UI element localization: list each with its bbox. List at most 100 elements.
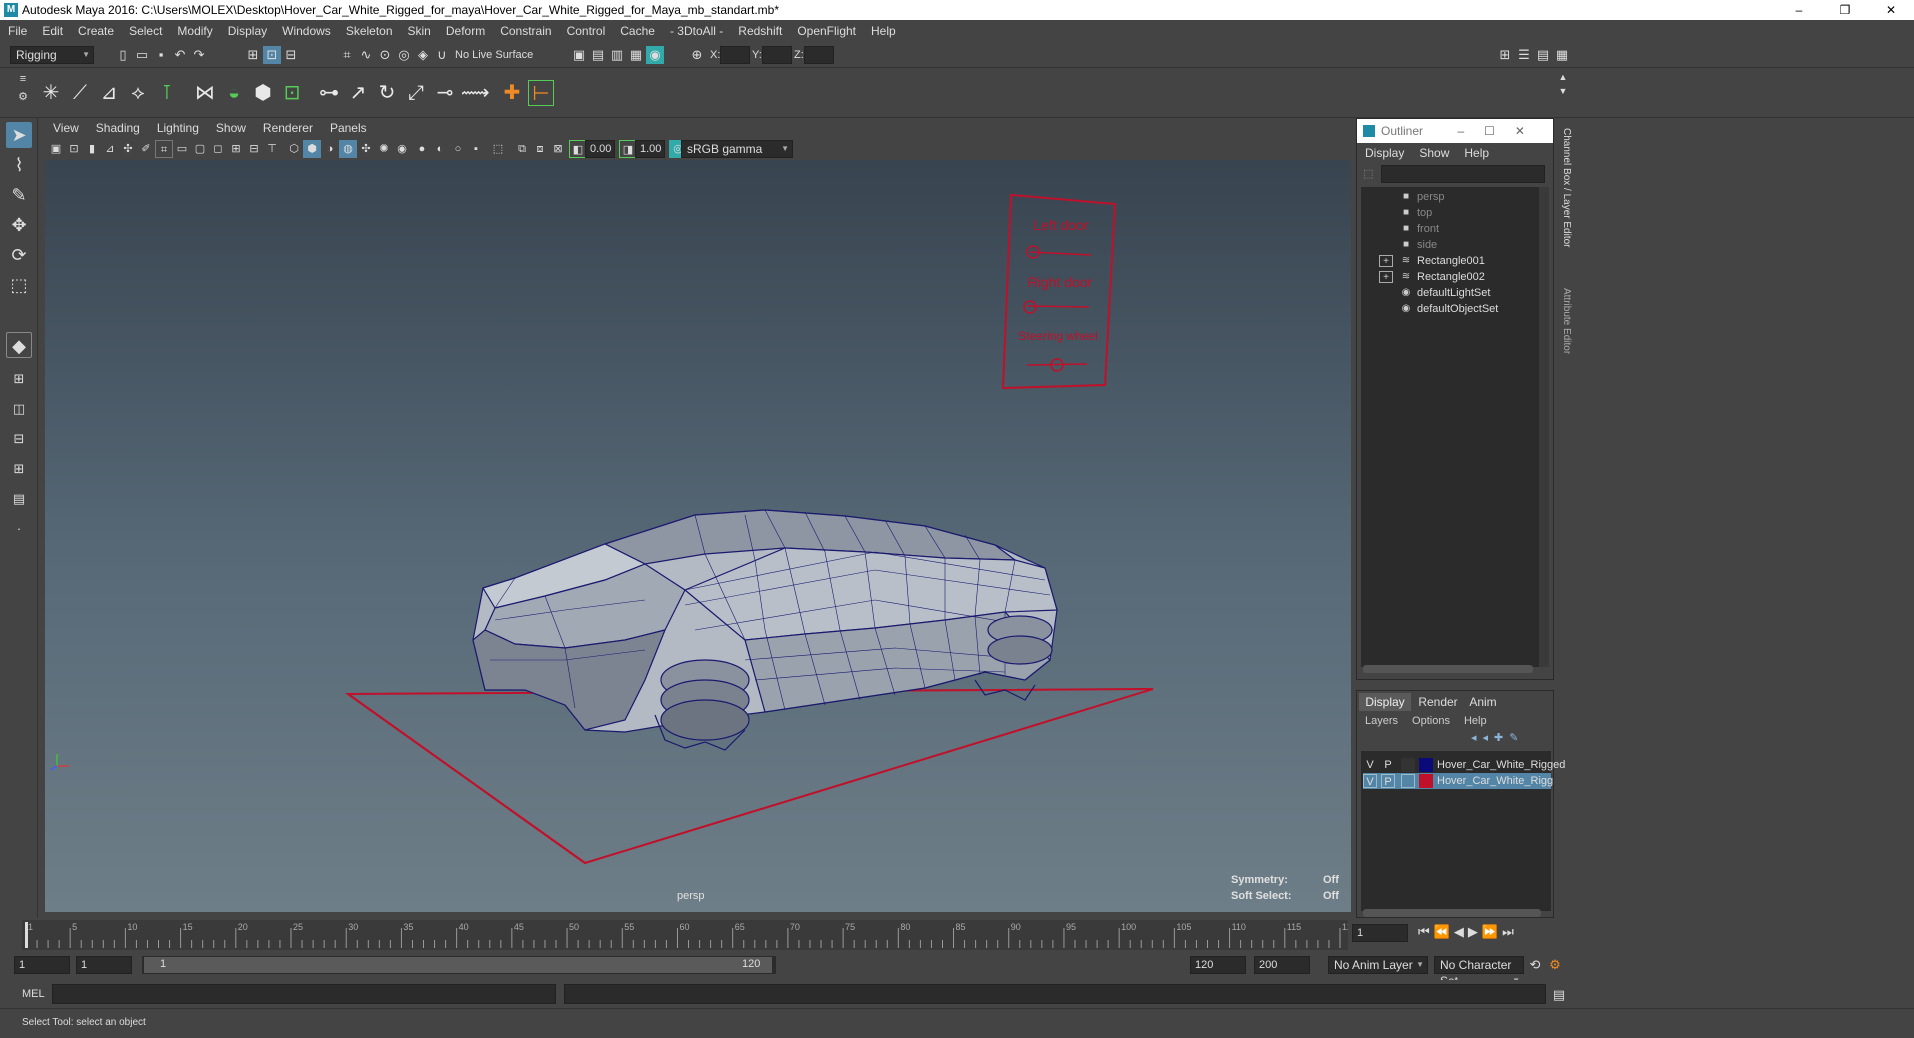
save-scene-icon[interactable]: ▪ [152, 46, 170, 64]
ik-handle-icon[interactable]: ⊿ [96, 80, 122, 106]
right-door-slider-handle[interactable] [1023, 300, 1037, 314]
lattice-icon[interactable]: ⬢ [250, 80, 276, 106]
render-sequence-icon[interactable]: ▤ [589, 46, 607, 64]
gamma-field[interactable]: 1.00 [635, 140, 665, 158]
four-view-layout-icon[interactable]: ⊞ [6, 366, 32, 392]
menu-select[interactable]: Select [129, 24, 162, 38]
rig-controls-board[interactable]: Left door Right door Steering wheel [1001, 193, 1117, 390]
snap-curve-icon[interactable]: ∿ [357, 46, 375, 64]
time-slider-track[interactable]: 1 5 10 15 20 25 30 35 40 45 50 55 60 65 70 75 80 85 90 95 10… [22, 920, 1357, 950]
smooth-shade-icon[interactable]: ⬢ [303, 140, 321, 158]
xray-icon[interactable]: ⧉ [513, 140, 531, 158]
bind-skin-icon[interactable]: ⋈ [192, 80, 218, 106]
insert-joint-icon[interactable]: ⟋ [67, 80, 93, 106]
layer-menu-options[interactable]: Options [1412, 715, 1450, 731]
layer-playback-toggle[interactable]: P [1381, 774, 1395, 788]
live-surface-label[interactable]: No Live Surface [455, 49, 533, 61]
menu-windows[interactable]: Windows [282, 24, 331, 38]
time-slider[interactable]: 1 5 10 15 20 25 30 35 40 45 50 55 60 65 70 75 80 85 90 95 10… [0, 918, 1914, 952]
minimize-button[interactable]: – [1776, 0, 1822, 20]
snap-view-icon[interactable]: ◎ [395, 46, 413, 64]
layer-row-selected[interactable]: V P Hover_Car_White_Rigged_C [1363, 773, 1553, 789]
aim-constraint-icon[interactable]: ↗ [345, 80, 371, 106]
film-gate-icon[interactable]: ▭ [173, 140, 191, 158]
playback-start-field[interactable]: 1 [76, 956, 132, 974]
transform-mode-icon[interactable]: ⊕ [688, 46, 706, 64]
magnet-icon[interactable]: ∪ [433, 46, 451, 64]
select-hierarchy-icon[interactable]: ⊞ [244, 46, 262, 64]
menu-deform[interactable]: Deform [446, 24, 485, 38]
shelf-scroll-down-icon[interactable]: ▼ [1554, 82, 1572, 100]
select-tool-icon[interactable]: ➤ [6, 122, 32, 148]
open-scene-icon[interactable]: ▭ [133, 46, 151, 64]
menu-set-dropdown[interactable]: Rigging [10, 46, 94, 64]
menu-openflight[interactable]: OpenFlight [797, 24, 856, 38]
layer-visibility-toggle[interactable]: V [1363, 758, 1377, 772]
menu-cache[interactable]: Cache [620, 24, 655, 38]
menu-help[interactable]: Help [871, 24, 896, 38]
layer-menu-help[interactable]: Help [1464, 715, 1487, 731]
attribute-editor-icon[interactable]: ☰ [1515, 46, 1533, 64]
wireframe-on-shaded-icon[interactable]: ◍ [339, 140, 357, 158]
ipr-render-icon[interactable]: ▥ [608, 46, 626, 64]
xray-joints-icon[interactable]: ⧈ [531, 140, 549, 158]
menu-3dtoall[interactable]: - 3DtoAll - [670, 24, 723, 38]
playback-end-field[interactable]: 120 [1190, 956, 1246, 974]
pole-vector-icon[interactable]: ⟿ [461, 80, 490, 106]
outliner-item-defaultobjectset[interactable]: ◉ defaultObjectSet [1361, 301, 1539, 317]
snap-grid-icon[interactable]: ⌗ [338, 46, 356, 64]
outliner-item-persp[interactable]: ■ persp [1361, 189, 1539, 205]
menu-control[interactable]: Control [567, 24, 606, 38]
lasso-tool-icon[interactable]: ⌇ [6, 152, 32, 178]
outliner-search-input[interactable] [1381, 165, 1545, 183]
orient-constraint-icon[interactable]: ↻ [374, 80, 400, 106]
grease-pencil-icon[interactable]: ✐ [137, 140, 155, 158]
grid-toggle-icon[interactable]: ⌗ [155, 140, 173, 158]
use-all-lights-icon[interactable]: ✺ [375, 140, 393, 158]
outliner-menu-display[interactable]: Display [1365, 146, 1404, 160]
layer-visibility-toggle[interactable]: V [1363, 774, 1377, 788]
outliner-menu-help[interactable]: Help [1464, 146, 1489, 160]
scale-tool-icon[interactable]: ⬚ [6, 272, 32, 298]
panel-menu-panels[interactable]: Panels [330, 121, 367, 135]
outliner-filter-icon[interactable]: ⬚ [1363, 167, 1377, 181]
render-settings-icon[interactable]: ▦ [627, 46, 645, 64]
tool-settings-icon[interactable]: ▤ [1534, 46, 1552, 64]
paint-weights-icon[interactable]: ◒ [221, 80, 247, 106]
scene-end-field[interactable]: 200 [1254, 956, 1310, 974]
scale-constraint-icon[interactable]: ⤢ [403, 80, 429, 106]
redo-icon[interactable]: ↷ [190, 46, 208, 64]
outliner-window-buttons[interactable]: –☐✕ [1458, 119, 1546, 143]
layer-row[interactable]: V P Hover_Car_White_Rigged [1363, 757, 1565, 773]
camera-attributes-icon[interactable]: ⊡ [65, 140, 83, 158]
layer-tab-display[interactable]: Display [1359, 693, 1411, 711]
parent-constraint-icon[interactable]: ⊸ [432, 80, 458, 106]
undo-icon[interactable]: ↶ [171, 46, 189, 64]
persp-hypershade-layout-icon[interactable]: ⊞ [6, 456, 32, 482]
outliner-menu-show[interactable]: Show [1419, 146, 1449, 160]
field-chart-icon[interactable]: ⊞ [227, 140, 245, 158]
perspective-viewport[interactable]: Left door Right door Steering wheel pers… [45, 160, 1351, 912]
default-material-icon[interactable]: ◑ [321, 140, 339, 158]
collapse-toolbox-icon[interactable]: · [6, 516, 32, 542]
animation-prefs-icon[interactable]: ⚙ [1546, 956, 1564, 974]
range-slider-handle[interactable] [144, 957, 772, 973]
menu-display[interactable]: Display [228, 24, 267, 38]
single-perspective-layout-icon[interactable]: ◆ [6, 332, 32, 358]
menu-edit[interactable]: Edit [42, 24, 63, 38]
menu-redshift[interactable]: Redshift [738, 24, 782, 38]
move-tool-icon[interactable]: ✥ [6, 212, 32, 238]
outliner-item-rectangle002[interactable]: + ≋ Rectangle002 [1361, 269, 1539, 285]
textured-icon[interactable]: ✣ [357, 140, 375, 158]
close-button[interactable]: ✕ [1868, 0, 1914, 20]
outliner-vertical-scrollbar[interactable] [1539, 187, 1549, 667]
script-editor-icon[interactable]: ▤ [1550, 986, 1568, 1004]
paint-select-tool-icon[interactable]: ✎ [6, 182, 32, 208]
menu-skeleton[interactable]: Skeleton [346, 24, 393, 38]
select-object-icon[interactable]: ⊡ [263, 46, 281, 64]
rectangle001-curve[interactable] [344, 688, 1154, 865]
outliner-item-front[interactable]: ■ front [1361, 221, 1539, 237]
layer-type-toggle[interactable] [1401, 774, 1415, 788]
auto-key-icon[interactable]: ⟲ [1526, 956, 1544, 974]
layer-tab-anim[interactable]: Anim [1463, 693, 1503, 711]
